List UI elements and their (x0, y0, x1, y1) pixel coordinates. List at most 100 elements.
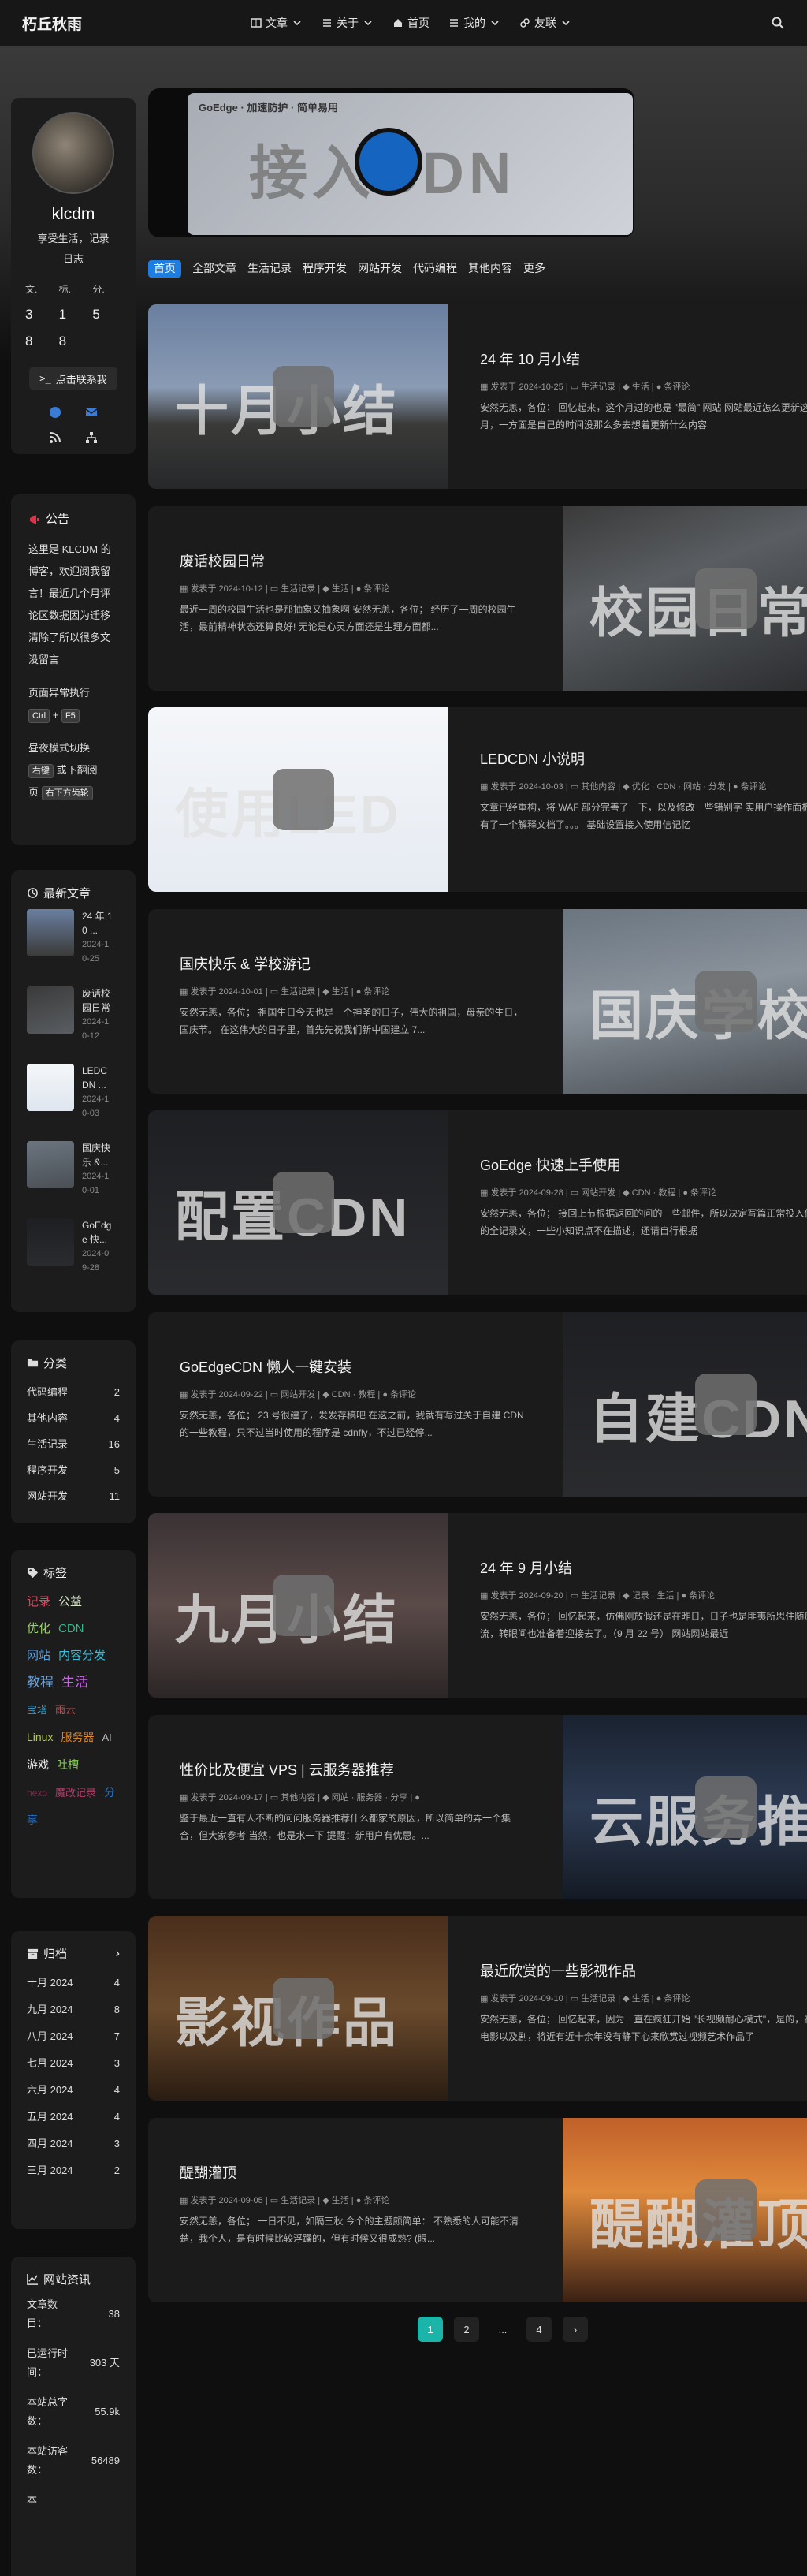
tab-item[interactable]: 网站开发 (358, 260, 402, 278)
post-title[interactable]: 废话校园日常 (180, 550, 526, 571)
post-card[interactable]: 国庆学校 国庆快乐 & 学校游记 ▦ 发表于 2024-10-01 | ▭ 生活记录… (148, 909, 807, 1094)
email-icon[interactable] (85, 406, 98, 419)
post-category[interactable]: 网站开发 (581, 1188, 615, 1198)
post-tags[interactable]: 生活 (332, 987, 349, 997)
post-category[interactable]: 生活记录 (581, 1591, 615, 1601)
post-comments[interactable]: 条评论 (363, 2196, 389, 2205)
nav-item-friends[interactable]: 友联 (519, 15, 571, 31)
recent-post-thumbnail[interactable] (27, 1141, 74, 1188)
site-brand[interactable]: 朽丘秋雨 (22, 13, 82, 34)
archive-item[interactable]: 六月 2024 4 (27, 2077, 120, 2104)
post-card[interactable]: 醍醐灌顶 醍醐灌顶 ▦ 发表于 2024-09-05 | ▭ 生活记录 | ◆ 生活… (148, 2118, 807, 2302)
post-cover-image[interactable]: 校园日常 (563, 506, 807, 691)
post-cover-image[interactable]: 国庆学校 (563, 909, 807, 1094)
nav-item-about[interactable]: 关于 (322, 15, 374, 31)
recent-post-title[interactable]: LEDCDN ... (82, 1064, 113, 1092)
post-card[interactable]: 影视作品 最近欣赏的一些影视作品 ▦ 发表于 2024-09-10 | ▭ 生活记录… (148, 1916, 807, 2101)
post-category[interactable]: 生活记录 (281, 2196, 315, 2205)
recent-post-item[interactable]: LEDCDN ... 2024-10-03 (27, 1064, 120, 1141)
post-title[interactable]: 24 年 9 月小结 (480, 1557, 807, 1578)
page-button[interactable]: 1 (418, 2317, 443, 2342)
category-item[interactable]: 代码编程 2 (27, 1379, 120, 1405)
post-title[interactable]: 24 年 10 月小结 (480, 349, 807, 369)
post-comments[interactable]: 条评论 (689, 1591, 715, 1601)
tag-link[interactable]: CDN (58, 1622, 84, 1635)
recent-post-item[interactable]: 国庆快乐 &... 2024-10-01 (27, 1141, 120, 1218)
tag-link[interactable]: 优化 (27, 1622, 50, 1635)
next-page-button[interactable]: › (563, 2317, 588, 2342)
tag-link[interactable]: Linux (27, 1731, 53, 1743)
nav-item-home[interactable]: 首页 (392, 15, 430, 31)
recent-post-thumbnail[interactable] (27, 986, 74, 1034)
tab-item[interactable]: 更多 (523, 260, 545, 278)
tag-link[interactable]: 网站 (27, 1649, 50, 1662)
page-button[interactable]: 2 (454, 2317, 479, 2342)
post-category[interactable]: 生活记录 (581, 1994, 615, 2004)
contact-me-button[interactable]: >_ 点击联系我 (29, 367, 117, 390)
post-card[interactable]: 配置CDN GoEdge 快速上手使用 ▦ 发表于 2024-09-28 | ▭ 网… (148, 1110, 807, 1295)
category-item[interactable]: 生活记录 16 (27, 1431, 120, 1457)
tag-link[interactable]: 生活 (61, 1675, 88, 1690)
archive-item[interactable]: 三月 2024 2 (27, 2157, 120, 2184)
tag-link[interactable]: 吐槽 (57, 1758, 79, 1771)
recent-post-title[interactable]: 废话校园日常 (82, 986, 113, 1015)
post-title[interactable]: 性价比及便宜 VPS | 云服务器推荐 (180, 1759, 526, 1780)
recent-post-thumbnail[interactable] (27, 1064, 74, 1111)
archive-item[interactable]: 八月 2024 7 (27, 2023, 120, 2050)
stat-label-categories[interactable]: 分. (92, 282, 126, 296)
recent-post-thumbnail[interactable] (27, 909, 74, 956)
post-tags[interactable]: CDN · 教程 (632, 1188, 676, 1198)
archive-item[interactable]: 十月 2024 4 (27, 1970, 120, 1996)
post-comments[interactable]: 条评论 (363, 584, 389, 594)
tag-link[interactable]: 宝塔 (27, 1704, 47, 1716)
post-title[interactable]: 最近欣赏的一些影视作品 (480, 1960, 807, 1981)
post-cover-image[interactable]: 十月小结 (148, 304, 448, 489)
tag-link[interactable]: 游戏 (27, 1758, 49, 1771)
post-card[interactable]: 校园日常 废话校园日常 ▦ 发表于 2024-10-12 | ▭ 生活记录 | ◆ … (148, 506, 807, 691)
nav-item-mine[interactable]: 我的 (448, 15, 500, 31)
tag-link[interactable]: 服务器 (61, 1731, 94, 1743)
post-tags[interactable]: 生活 (632, 382, 649, 392)
archive-item[interactable]: 四月 2024 3 (27, 2131, 120, 2157)
tag-link[interactable]: AI (102, 1732, 111, 1743)
tab-item[interactable]: 其他内容 (468, 260, 512, 278)
post-title[interactable]: GoEdgeCDN 懒人一键安装 (180, 1356, 526, 1377)
tab-item[interactable]: 程序开发 (303, 260, 347, 278)
post-comments[interactable]: 条评论 (390, 1390, 416, 1400)
tag-link[interactable]: 内容分发 (58, 1649, 106, 1662)
post-title[interactable]: 醍醐灌顶 (180, 2162, 526, 2183)
tag-link[interactable]: 雨云 (55, 1704, 76, 1716)
recent-post-title[interactable]: GoEdge 快... (82, 1218, 113, 1247)
recent-post-item[interactable]: 废话校园日常 2024-10-12 (27, 986, 120, 1064)
rss-icon[interactable] (49, 431, 61, 444)
post-tags[interactable]: CDN · 教程 (332, 1390, 376, 1400)
post-comments[interactable]: 条评论 (664, 1994, 690, 2004)
nav-item-articles[interactable]: 文章 (251, 15, 303, 31)
recent-post-title[interactable]: 24 年 10 ... (82, 909, 113, 938)
search-icon[interactable] (771, 16, 785, 30)
archive-item[interactable]: 五月 2024 4 (27, 2104, 120, 2131)
recent-post-title[interactable]: 国庆快乐 &... (82, 1141, 113, 1169)
post-category[interactable]: 其他内容 (281, 1793, 315, 1802)
tag-link[interactable]: 记录 (27, 1595, 50, 1609)
recent-post-thumbnail[interactable] (27, 1218, 74, 1266)
archive-item[interactable]: 九月 2024 8 (27, 1996, 120, 2023)
tab-item[interactable]: 生活记录 (247, 260, 292, 278)
archive-item[interactable]: 七月 2024 3 (27, 2050, 120, 2077)
page-button[interactable]: 4 (526, 2317, 552, 2342)
post-category[interactable]: 生活记录 (281, 584, 315, 594)
sitemap-icon[interactable] (85, 431, 98, 444)
post-comments[interactable]: 条评论 (741, 782, 767, 792)
tag-link[interactable]: 公益 (58, 1595, 82, 1609)
github-icon[interactable] (49, 406, 61, 419)
post-title[interactable]: 国庆快乐 & 学校游记 (180, 953, 526, 974)
post-card[interactable]: 九月小结 24 年 9 月小结 ▦ 发表于 2024-09-20 | ▭ 生活记录 … (148, 1513, 807, 1698)
post-tags[interactable]: 生活 (632, 1994, 649, 2004)
post-cover-image[interactable]: 九月小结 (148, 1513, 448, 1698)
stat-label-tags[interactable]: 标. (59, 282, 93, 296)
post-tags[interactable]: 生活 (332, 2196, 349, 2205)
post-title[interactable]: LEDCDN 小说明 (480, 748, 807, 769)
tab-item[interactable]: 代码编程 (413, 260, 457, 278)
post-card[interactable]: 自建CDN GoEdgeCDN 懒人一键安装 ▦ 发表于 2024-09-22 | … (148, 1312, 807, 1497)
category-item[interactable]: 其他内容 4 (27, 1405, 120, 1431)
